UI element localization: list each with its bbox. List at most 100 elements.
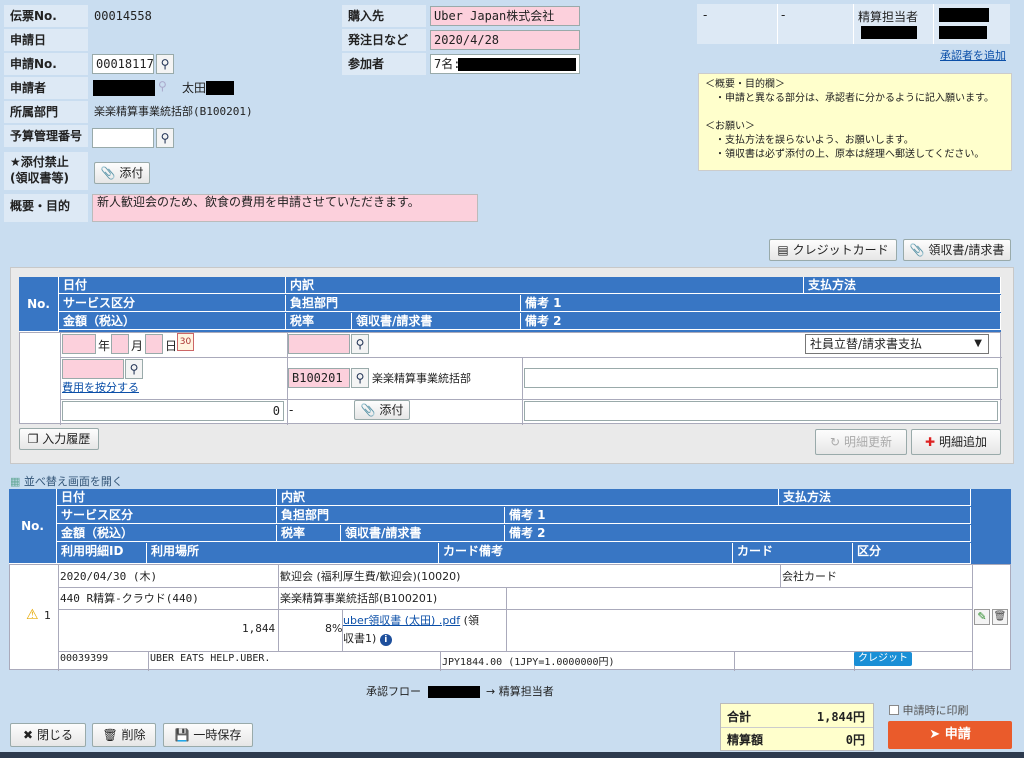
year-input[interactable]	[62, 334, 96, 354]
tenpu-button[interactable]: 📎 添付	[94, 162, 150, 184]
add-row-button[interactable]: ✚ 明細追加	[911, 429, 1001, 455]
shinseisha-label: 申請者	[4, 77, 88, 99]
row-date: 2020/04/30 (木)	[60, 570, 158, 583]
redacted-approver	[861, 26, 917, 39]
konyusaki-input[interactable]: Uber Japan株式会社	[430, 6, 580, 26]
row-futan: 楽楽精算事業統括部(B100201)	[280, 592, 438, 605]
sort-link[interactable]: ▦ 並べ替え画面を開く	[10, 473, 123, 489]
busho-value: 楽楽精算事業統括部(B100201)	[94, 105, 253, 118]
futan-input[interactable]: B100201	[288, 368, 350, 388]
row-card-biko: JPY1844.00 (1JPY=1.0000000円)	[442, 657, 615, 668]
redacted-name	[206, 81, 234, 95]
search-icon-disabled: ⚲	[158, 79, 167, 93]
calendar-icon[interactable]: 30	[177, 333, 194, 351]
redacted-participants	[458, 58, 576, 71]
month-input[interactable]	[111, 334, 129, 354]
row-uchiwake: 歓迎会 (福利厚生費/歓迎会)(10020)	[280, 570, 461, 583]
refresh-icon: ↻	[830, 435, 841, 449]
row-meisai-id: 00039399	[60, 653, 109, 664]
close-icon: ✖	[23, 728, 34, 742]
futan-name: 楽楽精算事業統括部	[372, 372, 471, 385]
taskbar-edge	[0, 752, 1024, 758]
entry-tenpu-button[interactable]: 📎 添付	[354, 400, 410, 420]
search-icon[interactable]: ⚲	[156, 128, 174, 148]
submit-button[interactable]: ➤ 申請	[888, 721, 1012, 749]
info-icon[interactable]: i	[379, 634, 392, 646]
search-icon[interactable]: ⚲	[351, 368, 369, 388]
shinsei-no-input[interactable]: 00018117	[92, 54, 154, 74]
warning-icon: ⚠	[26, 607, 39, 623]
entry-table-header: No. 日付 サービス区分 金額（税込） 内訳 負担部門 税率 領収書/請求書 …	[19, 277, 1001, 332]
biko2-input[interactable]	[524, 401, 998, 421]
receipt-file-link[interactable]: uber領収書 (太田) .pdf	[343, 614, 460, 627]
shinseisha-name: 太田	[182, 81, 207, 95]
approver-2: -	[781, 8, 786, 22]
search-icon[interactable]: ⚲	[351, 334, 369, 354]
shinsei-no-label: 申請No.	[4, 53, 88, 75]
edit-icon[interactable]: ✎	[974, 609, 990, 625]
gaiyo-label: 概要・目的	[4, 194, 88, 222]
total-value: 1,844円	[816, 710, 865, 724]
add-approver-link[interactable]: 承認者を追加	[940, 47, 1006, 63]
print-checkbox[interactable]	[889, 705, 899, 715]
shinseibi-label: 申請日	[4, 29, 88, 51]
delete-button[interactable]: 🗑 削除	[92, 723, 156, 747]
redacted-approver	[939, 8, 989, 22]
uchiwake-input[interactable]	[288, 334, 350, 354]
row-basho: UBER EATS HELP.UBER.	[150, 653, 271, 664]
seisan-value: 0円	[845, 733, 865, 747]
trash-icon[interactable]: 🗑	[992, 609, 1008, 625]
total-box: 合計 1,844円 精算額 0円	[720, 703, 874, 751]
konyusaki-label: 購入先	[342, 5, 426, 27]
save-icon: 💾	[174, 728, 190, 742]
print-checkbox-row[interactable]: 申請時に印刷	[889, 702, 969, 718]
save-button[interactable]: 💾 一時保存	[163, 723, 253, 747]
credit-card-icon: ▤	[777, 243, 789, 257]
history-button[interactable]: ❐ 入力履歴	[19, 428, 99, 450]
sankasha-label: 参加者	[342, 53, 426, 75]
credit-card-button[interactable]: ▤ クレジットカード	[769, 239, 897, 261]
gaiyo-textarea[interactable]: 新人歓迎会のため、飲食の費用を申請させていただきます。	[92, 194, 478, 222]
receipt-button[interactable]: 📎 領収書/請求書	[903, 239, 1011, 261]
search-icon[interactable]: ⚲	[156, 54, 174, 74]
row-service: 440 R精算-クラウド(440)	[60, 592, 199, 605]
seisan-label: 精算額	[727, 733, 764, 747]
row-amount: 1,844	[242, 622, 276, 635]
zeiritsu-value: -	[289, 403, 294, 417]
anbun-link[interactable]: 費用を按分する	[62, 379, 139, 395]
trash-icon: 🗑	[102, 728, 118, 742]
row-no: 1	[44, 609, 51, 622]
approval-flow: 承認フロー → 精算担当者	[366, 685, 554, 698]
redacted-approver	[427, 686, 480, 698]
paperclip-icon: 📎	[100, 166, 116, 180]
service-input[interactable]	[62, 359, 124, 379]
day-input[interactable]	[145, 334, 163, 354]
notes-box: ＜概要・目的欄＞ ・申請と異なる部分は、承認者に分かるように記入願います。 ＜お…	[698, 73, 1012, 171]
grid-icon: ▦	[10, 475, 21, 488]
hacchubi-input[interactable]: 2020/4/28	[430, 30, 580, 50]
redacted-approver	[939, 26, 987, 39]
approver-1: -	[703, 8, 708, 22]
copy-icon: ❐	[27, 432, 39, 446]
row-shiharai: 会社カード	[782, 570, 837, 583]
amount-input[interactable]: 0	[62, 401, 284, 421]
row-ryoshusho: uber領収書 (太田) .pdf (領 収書1) i	[343, 614, 479, 646]
yosan-input[interactable]	[92, 128, 154, 148]
total-label: 合計	[727, 710, 752, 724]
biko1-input[interactable]	[524, 368, 998, 388]
seisan-tanto-label: 精算担当者	[858, 10, 919, 24]
close-button[interactable]: ✖ 閉じる	[10, 723, 86, 747]
tenpu-label: ★添付禁止 (領収書等)	[4, 152, 88, 190]
plus-icon: ✚	[925, 435, 936, 449]
redacted-code	[93, 80, 155, 96]
paperclip-icon: 📎	[909, 243, 925, 257]
row-zeiritsu: 8%	[325, 622, 343, 635]
shiharai-select[interactable]: 社員立替/請求書支払 ▼	[805, 334, 989, 354]
busho-label: 所属部門	[4, 101, 88, 123]
paperclip-icon: 📎	[360, 403, 376, 417]
credit-badge: クレジット	[854, 652, 912, 666]
send-icon: ➤	[929, 727, 941, 742]
search-icon[interactable]: ⚲	[125, 359, 143, 379]
update-button[interactable]: ↻ 明細更新	[815, 429, 907, 455]
list-table-header: No. 日付 サービス区分 金額（税込） 利用明細ID 利用場所 内訳 負担部門…	[9, 489, 1011, 564]
